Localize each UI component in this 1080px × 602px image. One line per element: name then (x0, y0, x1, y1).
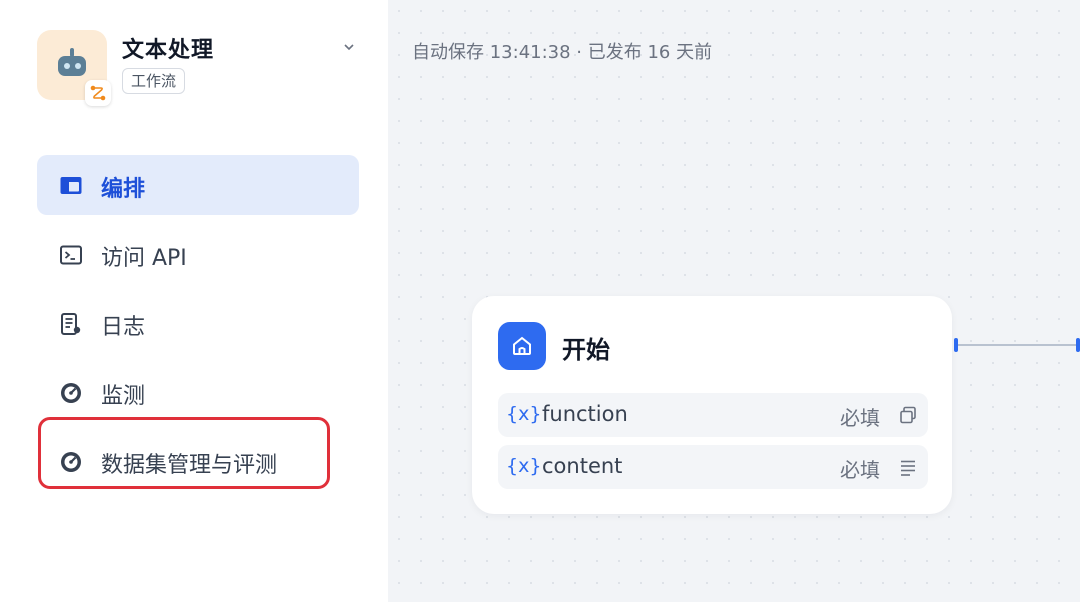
variable-icon: {x} (506, 455, 542, 477)
text-lines-icon (901, 460, 915, 476)
sidebar-item-label: 日志 (101, 315, 146, 340)
save-status: 自动保存 13:41:38 · 已发布 16 天前 (412, 42, 713, 63)
sidebar-item-api-access[interactable]: 访问 API (37, 224, 359, 284)
variable-name: content (542, 454, 623, 478)
start-node[interactable]: 开始 {x} function 必填 {x} content 必填 (472, 296, 952, 514)
app-icon (37, 30, 111, 106)
gauge-icon (61, 383, 81, 403)
sidebar: 文本处理 工作流 编排 访问 API 日志 监测 数据集管理与评测 (12, 0, 388, 602)
robot-icon (55, 48, 89, 78)
connection-edge (958, 344, 1076, 346)
required-label: 必填 (840, 458, 880, 482)
required-label: 必填 (840, 406, 880, 430)
app-header[interactable]: 文本处理 工作流 (37, 26, 372, 106)
workflow-badge-icon (85, 80, 111, 106)
sidebar-item-logs[interactable]: 日志 (37, 293, 359, 353)
node-title: 开始 (562, 336, 610, 364)
home-icon (498, 322, 546, 370)
variable-row[interactable]: {x} function 必填 (498, 393, 928, 437)
copy-icon (900, 406, 916, 424)
app-title: 文本处理 (122, 38, 215, 63)
sidebar-item-monitoring[interactable]: 监测 (37, 362, 359, 422)
layout-icon (60, 177, 82, 194)
variable-row[interactable]: {x} content 必填 (498, 445, 928, 489)
variable-name: function (542, 402, 628, 426)
workflow-canvas[interactable]: 自动保存 13:41:38 · 已发布 16 天前 开始 {x} functio… (388, 0, 1080, 602)
sidebar-item-label: 访问 API (101, 246, 187, 271)
log-icon (61, 313, 81, 335)
node-input-handle[interactable] (1076, 338, 1080, 352)
annotation-highlight-box (38, 417, 330, 489)
sidebar-item-orchestrate[interactable]: 编排 (37, 155, 359, 215)
sidebar-item-label: 监测 (101, 384, 146, 409)
variable-icon: {x} (506, 403, 542, 425)
terminal-icon (60, 245, 82, 265)
chevron-down-icon[interactable] (342, 40, 356, 54)
app-type-tag: 工作流 (122, 68, 186, 94)
sidebar-item-label: 编排 (101, 177, 146, 202)
